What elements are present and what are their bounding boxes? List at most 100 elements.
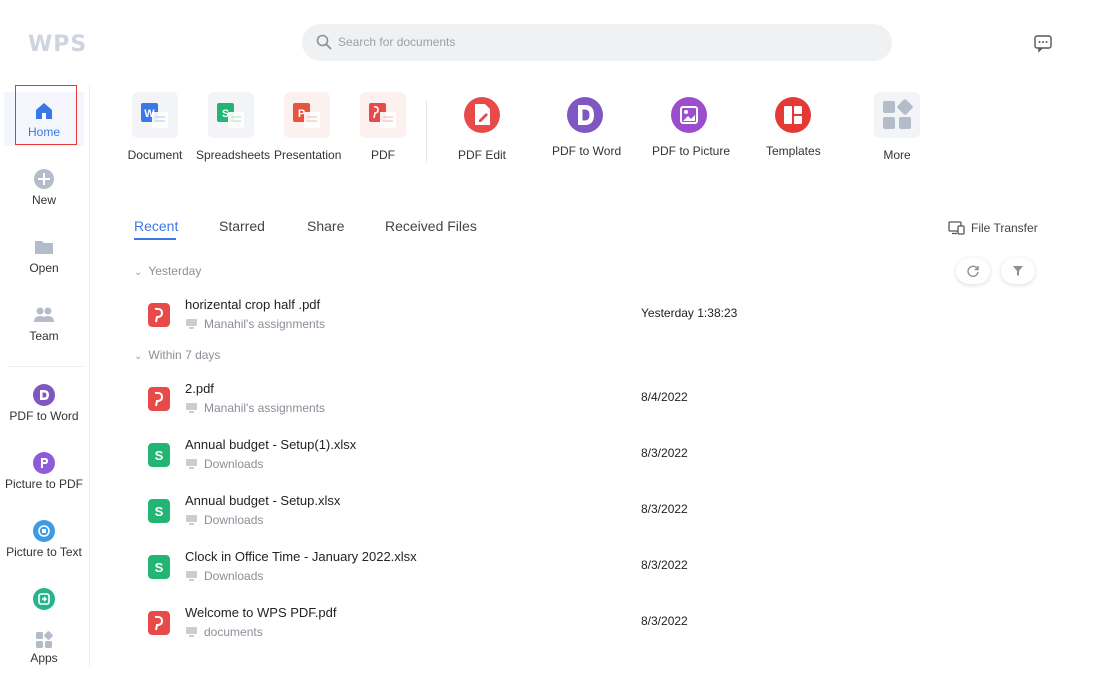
team-icon [34, 307, 54, 322]
quick-pdf-edit[interactable]: PDF Edit [456, 92, 508, 162]
quick-label: PDF [371, 148, 395, 162]
computer-icon [186, 459, 197, 469]
tab-starred[interactable]: Starred [219, 218, 265, 234]
sidebar-item-open[interactable]: Open [0, 236, 88, 275]
refresh-icon [967, 265, 979, 277]
top-bar: WPS Search for documents [0, 0, 1107, 86]
sidebar-item-picture-to-pdf[interactable]: Picture to PDF [0, 452, 88, 491]
tab-received-files[interactable]: Received Files [385, 218, 477, 234]
sidebar-item-label: Apps [30, 651, 58, 665]
quick-templates[interactable]: Templates [766, 92, 821, 158]
file-location: Downloads [185, 513, 263, 527]
pdf-edit-icon [459, 92, 505, 138]
file-row[interactable]: S Annual budget - Setup.xlsx Downloads 8… [134, 493, 1034, 543]
quick-pdf[interactable]: PDF [358, 92, 408, 162]
file-location: Downloads [185, 457, 263, 471]
pdf-file-icon [148, 303, 170, 327]
pdf-to-picture-icon [666, 92, 712, 138]
filter-icon [1013, 266, 1023, 276]
sidebar-item-label: Open [29, 261, 59, 275]
svg-text:S: S [155, 504, 164, 519]
file-name[interactable]: Annual budget - Setup.xlsx [185, 493, 340, 508]
xlsx-file-icon: S [148, 499, 170, 523]
quick-label: More [883, 148, 911, 162]
chevron-down-icon: ⌄ [134, 267, 143, 278]
search-bar[interactable]: Search for documents [302, 24, 892, 61]
filter-button[interactable] [1001, 258, 1035, 284]
pdf-file-icon [148, 611, 170, 635]
group-header-within-7-days[interactable]: ⌄ Within 7 days [134, 348, 220, 362]
search-input[interactable]: Search for documents [338, 35, 455, 49]
folder-icon [35, 241, 53, 254]
file-name[interactable]: Annual budget - Setup(1).xlsx [185, 437, 356, 452]
plus-icon [34, 169, 54, 189]
file-location: Downloads [185, 569, 263, 583]
file-name[interactable]: 2.pdf [185, 381, 214, 396]
file-row[interactable]: horizental crop half .pdf Manahil's assi… [134, 297, 1034, 347]
file-transfer-button[interactable]: File Transfer [948, 221, 1038, 235]
quick-pdf-to-word[interactable]: PDF to Word [552, 92, 622, 158]
tab-share[interactable]: Share [307, 218, 344, 234]
spreadsheet-icon: S [208, 92, 254, 138]
quick-more[interactable]: More [874, 92, 920, 162]
computer-icon [186, 515, 197, 525]
file-location: Manahil's assignments [185, 317, 325, 331]
sidebar-item-team[interactable]: Team [0, 304, 88, 343]
sidebar-item-label: Team [29, 329, 59, 343]
active-tab-indicator [134, 238, 176, 240]
quick-spreadsheets[interactable]: S Spreadsheets [196, 92, 271, 162]
file-name[interactable]: Clock in Office Time - January 2022.xlsx [185, 549, 417, 564]
quick-label: PDF to Word [552, 144, 622, 158]
sidebar-item-new[interactable]: New [0, 168, 88, 207]
picture-to-pdf-icon [33, 452, 55, 474]
file-location: documents [185, 625, 263, 639]
pdf-icon [360, 92, 406, 138]
svg-text:S: S [155, 448, 164, 463]
file-date: 8/3/2022 [641, 558, 688, 572]
file-name[interactable]: Welcome to WPS PDF.pdf [185, 605, 336, 620]
file-row[interactable]: S Annual budget - Setup(1).xlsx Download… [134, 437, 1034, 487]
file-date: 8/3/2022 [641, 446, 688, 460]
quick-label: PDF to Picture [652, 144, 731, 158]
quick-presentation[interactable]: P Presentation [274, 92, 342, 162]
quick-label: Presentation [274, 148, 342, 162]
sidebar-item-apps[interactable]: Apps [0, 630, 88, 665]
presentation-icon: P [284, 92, 330, 138]
quick-pdf-to-picture[interactable]: PDF to Picture [652, 92, 731, 158]
sidebar-item-label: New [31, 193, 56, 207]
quick-label: PDF Edit [457, 148, 506, 162]
xlsx-file-icon: S [148, 443, 170, 467]
home-highlight-box [15, 85, 77, 145]
file-date: 8/4/2022 [641, 390, 688, 404]
file-row[interactable]: 2.pdf Manahil's assignments 8/4/2022 [134, 381, 1034, 431]
file-row[interactable]: Welcome to WPS PDF.pdf documents 8/3/202… [134, 605, 1034, 655]
svg-text:S: S [155, 560, 164, 575]
quick-label: Templates [766, 144, 821, 158]
file-row[interactable]: S Clock in Office Time - January 2022.xl… [134, 549, 1034, 599]
xlsx-file-icon: S [148, 555, 170, 579]
quick-document[interactable]: W Document [126, 92, 184, 162]
sidebar-item-picture-to-text[interactable]: Picture to Text [0, 520, 88, 559]
file-transfer-icon [948, 221, 965, 235]
tab-recent[interactable]: Recent [134, 218, 178, 234]
word-doc-icon: W [132, 92, 178, 138]
message-icon[interactable] [1033, 33, 1053, 53]
wps-logo: WPS [28, 32, 88, 57]
computer-icon [186, 571, 197, 581]
picture-to-text-icon [33, 520, 55, 542]
chevron-down-icon: ⌄ [134, 351, 143, 362]
sidebar-item-pdf-to-word[interactable]: PDF to Word [0, 384, 88, 423]
file-name[interactable]: horizental crop half .pdf [185, 297, 320, 312]
file-transfer-label: File Transfer [971, 221, 1038, 235]
file-date: 8/3/2022 [641, 614, 688, 628]
group-header-yesterday[interactable]: ⌄ Yesterday [134, 264, 201, 278]
sidebar-item-label: Picture to Text [6, 545, 82, 559]
refresh-button[interactable] [956, 258, 990, 284]
quick-label: Spreadsheets [196, 148, 271, 162]
file-date: 8/3/2022 [641, 502, 688, 516]
pdf-to-word-icon [562, 92, 608, 138]
pdf-file-icon [148, 387, 170, 411]
sidebar-item-convert[interactable] [0, 588, 88, 613]
sidebar-item-label: Picture to PDF [4, 477, 84, 491]
file-location: Manahil's assignments [185, 401, 325, 415]
